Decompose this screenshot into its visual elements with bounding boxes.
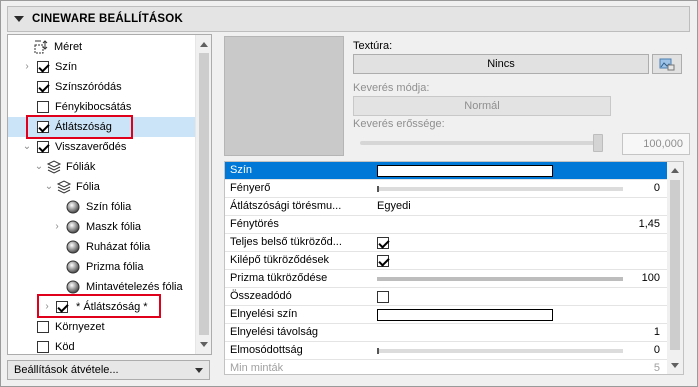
scroll-thumb[interactable] bbox=[199, 53, 209, 335]
checkbox[interactable] bbox=[377, 237, 389, 249]
checkbox[interactable] bbox=[37, 321, 49, 333]
blend-strength-slider[interactable] bbox=[360, 141, 600, 145]
tree-scrollbar[interactable] bbox=[195, 35, 211, 354]
scroll-down-icon[interactable] bbox=[671, 363, 679, 368]
property-row-fresnel[interactable]: Prizma tükröződése 100 bbox=[225, 270, 668, 288]
highlight-box bbox=[26, 115, 133, 139]
size-arrows-icon bbox=[34, 40, 48, 54]
tree-item-environment[interactable]: Környezet bbox=[8, 317, 196, 337]
checkbox[interactable] bbox=[377, 291, 389, 303]
tree-item-mask-layer[interactable]: › Maszk fólia bbox=[8, 217, 196, 237]
blurriness-slider[interactable] bbox=[377, 348, 623, 354]
tree-item-reflectance[interactable]: ⌄ Visszaverődés bbox=[8, 137, 196, 157]
checkbox[interactable] bbox=[37, 81, 49, 93]
property-row-absorption-color[interactable]: Elnyelési szín bbox=[225, 306, 668, 324]
scroll-down-icon[interactable] bbox=[200, 342, 208, 347]
property-grid[interactable]: Szín Fényerő 0 Átlátszósági törésmu... E… bbox=[224, 161, 684, 375]
texture-label: Textúra: bbox=[353, 40, 393, 52]
apply-settings-button[interactable]: Beállítások átvétele... bbox=[7, 360, 210, 380]
scroll-up-icon[interactable] bbox=[671, 168, 679, 173]
tree-item-layer[interactable]: ⌄ Fólia bbox=[8, 177, 196, 197]
slider-knob[interactable] bbox=[377, 348, 379, 354]
blend-mode-select[interactable]: Normál bbox=[353, 96, 611, 116]
panel-header[interactable]: CINEWARE BEÁLLÍTÁSOK bbox=[7, 6, 690, 32]
apply-settings-label: Beállítások átvétele... bbox=[14, 364, 119, 376]
chevron-down-icon[interactable]: ⌄ bbox=[34, 162, 44, 172]
settings-tree[interactable]: Méret › Szín Színszóródás Fénykibocsátás… bbox=[7, 34, 212, 355]
sphere-icon bbox=[66, 260, 80, 274]
dropdown-arrow-icon bbox=[195, 368, 203, 373]
property-grid-scrollbar[interactable] bbox=[667, 162, 683, 374]
tree-item-diffusion[interactable]: Színszóródás bbox=[8, 77, 196, 97]
property-row-absorption-distance[interactable]: Elnyelési távolság 1 bbox=[225, 324, 668, 342]
chevron-right-icon[interactable]: › bbox=[22, 62, 32, 72]
chevron-right-icon[interactable]: › bbox=[52, 222, 62, 232]
chevron-down-icon[interactable]: ⌄ bbox=[22, 142, 32, 152]
property-row-additive[interactable]: Összeadódó bbox=[225, 288, 668, 306]
tree-item-prism-layer[interactable]: Prizma fólia bbox=[8, 257, 196, 277]
checkbox[interactable] bbox=[37, 141, 49, 153]
scroll-thumb[interactable] bbox=[670, 180, 680, 350]
color-swatch[interactable] bbox=[377, 165, 553, 177]
tree-item-cloth-layer[interactable]: Ruházat fólia bbox=[8, 237, 196, 257]
tree-item-luminance[interactable]: Fénykibocsátás bbox=[8, 97, 196, 117]
checkbox[interactable] bbox=[37, 101, 49, 113]
fresnel-slider[interactable] bbox=[377, 277, 623, 281]
property-row-exit-reflections[interactable]: Kilépő tükröződések bbox=[225, 252, 668, 270]
checkbox[interactable] bbox=[37, 61, 49, 73]
collapse-triangle-icon[interactable] bbox=[14, 16, 24, 22]
property-row-color[interactable]: Szín bbox=[225, 162, 668, 180]
tree-item-size[interactable]: Méret bbox=[8, 37, 196, 57]
tree-item-fog[interactable]: Köd bbox=[8, 337, 196, 354]
sphere-icon bbox=[66, 240, 80, 254]
panel-title: CINEWARE BEÁLLÍTÁSOK bbox=[32, 13, 183, 25]
blend-mode-label: Keverés módja: bbox=[353, 82, 430, 94]
tree-item-color-layer[interactable]: Szín fólia bbox=[8, 197, 196, 217]
sphere-icon bbox=[66, 200, 80, 214]
texture-button[interactable]: Nincs bbox=[353, 54, 649, 74]
blend-strength-input[interactable]: 100,000 bbox=[622, 133, 690, 155]
slider-knob[interactable] bbox=[377, 186, 379, 192]
blend-strength-slider-thumb[interactable] bbox=[593, 134, 603, 152]
tree-item-layers[interactable]: ⌄ Fóliák bbox=[8, 157, 196, 177]
property-row-blurriness[interactable]: Elmosódottság 0 bbox=[225, 342, 668, 360]
image-folder-icon bbox=[659, 58, 675, 71]
property-row-brightness[interactable]: Fényerő 0 bbox=[225, 180, 668, 198]
texture-browse-button[interactable] bbox=[652, 54, 682, 74]
tree-item-color[interactable]: › Szín bbox=[8, 57, 196, 77]
material-preview bbox=[224, 36, 344, 156]
chevron-down-icon[interactable]: ⌄ bbox=[44, 182, 54, 192]
layers-icon bbox=[46, 160, 62, 174]
sphere-icon bbox=[66, 220, 80, 234]
scroll-up-icon[interactable] bbox=[200, 42, 208, 47]
checkbox[interactable] bbox=[377, 255, 389, 267]
sphere-icon bbox=[66, 280, 80, 294]
property-row-refraction-preset[interactable]: Átlátszósági törésmu... Egyedi bbox=[225, 198, 668, 216]
property-row-min-samples: Min minták 5 bbox=[225, 360, 668, 374]
layers-icon bbox=[56, 180, 72, 194]
property-row-refraction[interactable]: Fénytörés 1,45 bbox=[225, 216, 668, 234]
highlight-box bbox=[37, 294, 161, 318]
color-swatch[interactable] bbox=[377, 309, 553, 321]
checkbox[interactable] bbox=[37, 341, 49, 353]
blend-strength-label: Keverés erőssége: bbox=[353, 118, 445, 130]
property-row-total-internal-reflection[interactable]: Teljes belső tükröződ... bbox=[225, 234, 668, 252]
brightness-slider[interactable] bbox=[377, 186, 623, 192]
